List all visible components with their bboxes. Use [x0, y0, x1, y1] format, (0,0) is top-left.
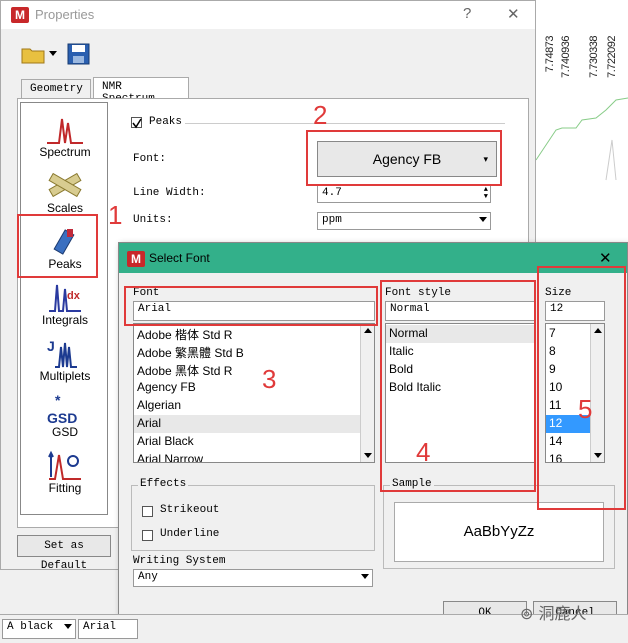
- chevron-down-icon[interactable]: [49, 51, 57, 56]
- help-button[interactable]: ?: [463, 5, 471, 22]
- annotation-box: [124, 286, 378, 326]
- units-select[interactable]: ppm: [317, 212, 491, 230]
- annotation-box: [17, 214, 98, 278]
- tab-nmr-spectrum[interactable]: NMR Spectrum: [93, 77, 189, 105]
- line-width-value: 4.7: [322, 187, 342, 199]
- select-font-title: Select Font: [149, 251, 210, 265]
- font-label: Font:: [133, 153, 167, 165]
- sidebar-item-multiplets[interactable]: J Multiplets: [21, 337, 109, 383]
- list-item[interactable]: Adobe 繁黑體 Std B: [137, 344, 244, 361]
- integral-icon: dx: [49, 284, 81, 312]
- sidebar-item-spectrum[interactable]: Spectrum: [21, 113, 109, 159]
- color-select[interactable]: A black: [2, 619, 76, 639]
- line-width-spinner[interactable]: 4.7 ▲ ▼: [317, 185, 491, 203]
- strikeout-label: Strikeout: [160, 504, 220, 516]
- annotation-box: [537, 266, 626, 510]
- writing-system-label: Writing System: [133, 555, 226, 567]
- divider: [185, 123, 505, 124]
- gsd-icon: * GSD: [47, 393, 77, 425]
- writing-system-value: Any: [138, 571, 158, 583]
- annotation-box: [380, 280, 536, 492]
- sidebar-label: Scales: [46, 201, 84, 215]
- peaks-checkbox-label: Peaks: [149, 116, 183, 128]
- ruler-icon: [48, 172, 82, 198]
- sidebar-item-gsd[interactable]: * GSD GSD: [21, 393, 109, 439]
- annotation-number: 5: [578, 394, 593, 424]
- selected-row-highlight: [134, 415, 362, 433]
- annotation-number: 4: [416, 437, 431, 467]
- line-width-label: Line Width:: [133, 187, 206, 199]
- sidebar-label: Integrals: [41, 313, 89, 327]
- sidebar: Spectrum Scales Peaks dx Integrals J Mul…: [20, 102, 108, 515]
- annotation-box: [306, 130, 502, 186]
- scroll-up-icon[interactable]: [364, 328, 372, 333]
- font-list-scrollbar[interactable]: [360, 324, 374, 462]
- list-item[interactable]: Adobe 楷体 Std R: [137, 326, 232, 343]
- peaks-checkbox[interactable]: [131, 117, 142, 129]
- sidebar-item-scales[interactable]: Scales: [21, 169, 109, 215]
- underline-checkbox[interactable]: [142, 530, 153, 541]
- properties-titlebar: M Properties ? ✕: [1, 1, 535, 29]
- list-item[interactable]: Arial Narrow: [137, 452, 203, 462]
- save-icon[interactable]: [67, 43, 91, 65]
- sidebar-item-integrals[interactable]: dx Integrals: [21, 281, 109, 327]
- list-item[interactable]: Algerian: [137, 398, 181, 412]
- list-item[interactable]: Adobe 黑体 Std R: [137, 362, 232, 379]
- tab-geometry[interactable]: Geometry: [21, 79, 91, 99]
- watermark: ⊚ 洞鹿人: [520, 600, 587, 624]
- chevron-down-icon: [479, 217, 487, 222]
- underline-label: Underline: [160, 528, 220, 540]
- sidebar-label: Multiplets: [39, 369, 91, 383]
- sidebar-label: GSD: [51, 425, 78, 439]
- annotation-number: 3: [262, 364, 277, 394]
- spinner-arrows-icon[interactable]: ▲ ▼: [484, 187, 488, 201]
- annotation-number: 1: [108, 200, 123, 230]
- svg-text:J: J: [47, 338, 55, 354]
- units-value: ppm: [322, 214, 342, 226]
- svg-text:dx: dx: [67, 290, 81, 302]
- font-select[interactable]: Arial: [78, 619, 138, 639]
- open-folder-icon[interactable]: [21, 43, 47, 65]
- sidebar-label: Spectrum: [39, 145, 91, 159]
- multiplet-icon: J: [47, 338, 77, 368]
- sidebar-label: Fitting: [48, 481, 82, 495]
- annotation-number: 2: [313, 100, 328, 130]
- sidebar-item-fitting[interactable]: Fitting: [21, 449, 109, 495]
- check-icon: [132, 118, 142, 129]
- font-list: Adobe 楷体 Std R Adobe 繁黑體 Std B Adobe 黑体 …: [133, 323, 375, 463]
- set-as-default-button[interactable]: Set as Default: [17, 535, 111, 572]
- svg-text:GSD: GSD: [47, 410, 77, 425]
- effects-group: Effects Strikeout Underline: [131, 478, 375, 551]
- color-prefix: A: [7, 621, 14, 633]
- app-logo-icon: M: [127, 251, 145, 267]
- close-button[interactable]: ✕: [507, 5, 520, 23]
- scroll-down-icon[interactable]: [364, 453, 372, 458]
- wechat-icon: ⊚: [520, 604, 534, 623]
- watermark-text: 洞鹿人: [538, 604, 587, 623]
- chevron-down-icon: [64, 624, 72, 629]
- list-item-selected[interactable]: Arial: [137, 416, 161, 430]
- units-label: Units:: [133, 214, 173, 226]
- strikeout-checkbox[interactable]: [142, 506, 153, 517]
- svg-text:*: *: [55, 393, 61, 408]
- effects-group-label: Effects: [138, 478, 189, 490]
- app-logo-icon: M: [11, 7, 29, 23]
- chevron-down-icon: [361, 574, 369, 579]
- properties-title: Properties: [35, 7, 95, 22]
- color-value: black: [20, 621, 54, 633]
- fitting-icon: [48, 450, 81, 480]
- list-item[interactable]: Agency FB: [137, 380, 196, 394]
- list-item[interactable]: Arial Black: [137, 434, 194, 448]
- close-button[interactable]: ✕: [599, 249, 612, 267]
- writing-system-select[interactable]: Any: [133, 569, 373, 587]
- sample-preview: AaBbYyZz: [394, 502, 604, 562]
- spectrum-icon: [47, 118, 83, 144]
